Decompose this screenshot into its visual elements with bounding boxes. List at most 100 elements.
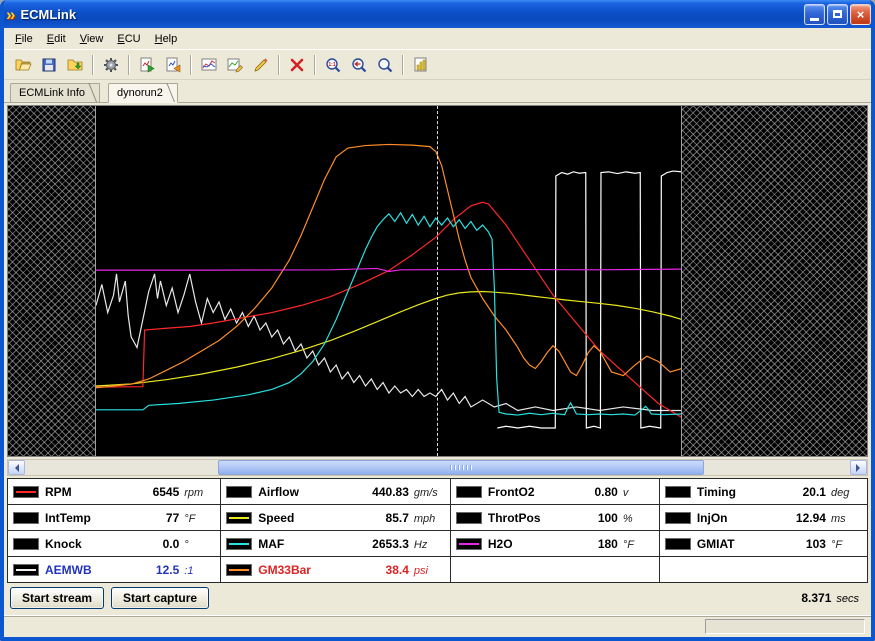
chart-plot-area[interactable] xyxy=(96,106,682,456)
title-bar[interactable]: » ECMLink × xyxy=(0,0,875,28)
trace-swatch xyxy=(13,486,39,498)
trace-swatch xyxy=(456,538,482,550)
menu-bar: File Edit View ECU Help xyxy=(4,28,871,50)
param-cell-timing[interactable]: Timing20.1deg xyxy=(660,479,868,505)
trace-speed xyxy=(96,291,682,386)
datalog-chart-button[interactable] xyxy=(409,53,433,77)
trace-fronto2 xyxy=(497,171,682,428)
toolbar-separator xyxy=(128,55,130,75)
param-cell-gmiat[interactable]: GMIAT103°F xyxy=(660,531,868,557)
capture-settings-button[interactable] xyxy=(99,53,123,77)
export-graph-button[interactable] xyxy=(135,53,159,77)
graph-config-button[interactable] xyxy=(197,53,221,77)
tab-ecmlink-info[interactable]: ECMLink Info xyxy=(10,83,100,102)
capture-time-unit: secs xyxy=(836,593,859,605)
param-label: H2O xyxy=(488,537,513,551)
param-label: MAF xyxy=(258,537,284,551)
param-cell-speed[interactable]: Speed85.7mph xyxy=(221,505,451,531)
gear-icon xyxy=(102,56,120,74)
trace-aemwb xyxy=(96,274,682,411)
chart-cursor-line[interactable] xyxy=(437,106,438,456)
param-unit: v xyxy=(623,487,653,499)
maximize-icon xyxy=(833,10,842,18)
open-button[interactable] xyxy=(11,53,35,77)
param-unit: mph xyxy=(414,513,444,525)
save-button[interactable] xyxy=(37,53,61,77)
menu-help[interactable]: Help xyxy=(148,30,185,48)
export-graph-icon xyxy=(138,56,156,74)
scrollbar-thumb[interactable] xyxy=(218,460,703,475)
param-cell-airflow[interactable]: Airflow440.83gm/s xyxy=(221,479,451,505)
menu-view[interactable]: View xyxy=(73,30,111,48)
trace-swatch xyxy=(226,538,252,550)
toolbar-separator xyxy=(190,55,192,75)
zoom-button[interactable] xyxy=(373,53,397,77)
param-unit: psi xyxy=(414,565,444,577)
maximize-button[interactable] xyxy=(827,4,848,25)
window-title: ECMLink xyxy=(20,7,802,22)
zoom-one-to-one-button[interactable]: 1:1 xyxy=(321,53,345,77)
reload-graph-button[interactable] xyxy=(161,53,185,77)
zoom-back-button[interactable] xyxy=(347,53,371,77)
param-label: GM33Bar xyxy=(258,563,311,577)
ecmlink-window: » ECMLink × File Edit View ECU Help xyxy=(0,0,875,641)
import-button[interactable] xyxy=(63,53,87,77)
start-stream-button[interactable]: Start stream xyxy=(10,587,104,609)
trace-swatch xyxy=(13,564,39,576)
close-button[interactable]: × xyxy=(850,4,871,25)
trace-swatch xyxy=(665,538,691,550)
menu-ecu[interactable]: ECU xyxy=(110,30,147,48)
trace-swatch xyxy=(13,538,39,550)
toolbar: 1:1 xyxy=(4,50,871,80)
minimize-button[interactable] xyxy=(804,4,825,25)
param-cell-rpm[interactable]: RPM6545rpm xyxy=(8,479,221,505)
datalog-chart[interactable] xyxy=(7,105,868,457)
param-cell-maf[interactable]: MAF2653.3Hz xyxy=(221,531,451,557)
param-cell-inttemp[interactable]: IntTemp77°F xyxy=(8,505,221,531)
edit-wand-button[interactable] xyxy=(249,53,273,77)
param-cell-fronto2[interactable]: FrontO20.80v xyxy=(451,479,660,505)
trace-swatch xyxy=(665,512,691,524)
param-unit: ° xyxy=(184,539,214,551)
graph-edit-icon xyxy=(226,56,244,74)
start-capture-button[interactable]: Start capture xyxy=(111,587,209,609)
param-cell-gm33bar[interactable]: GM33Bar 38.4 psi xyxy=(221,557,451,583)
toolbar-separator xyxy=(278,55,280,75)
trace-swatch xyxy=(226,512,252,524)
param-value: 12.5 xyxy=(156,563,179,577)
scroll-right-button[interactable] xyxy=(850,460,867,475)
trace-swatch xyxy=(456,512,482,524)
horizontal-scrollbar[interactable] xyxy=(7,459,868,476)
capture-time-value: 8.371 xyxy=(801,591,831,605)
delete-button[interactable] xyxy=(285,53,309,77)
action-row: Start stream Start capture 8.371 secs xyxy=(4,583,871,613)
param-value: 85.7 xyxy=(386,511,409,525)
param-value: 0.0 xyxy=(163,537,180,551)
open-folder-icon xyxy=(14,56,32,74)
reload-graph-icon xyxy=(164,56,182,74)
param-unit: :1 xyxy=(184,565,214,577)
param-value: 38.4 xyxy=(386,563,409,577)
trace-gm33bar xyxy=(96,144,682,387)
menu-file[interactable]: File xyxy=(8,30,40,48)
param-label: ThrotPos xyxy=(488,511,541,525)
tab-bar: ECMLink Info dynorun2 xyxy=(4,80,871,103)
param-unit: deg xyxy=(831,487,861,499)
param-label: FrontO2 xyxy=(488,485,535,499)
param-value: 103 xyxy=(806,537,826,551)
menu-edit[interactable]: Edit xyxy=(40,30,73,48)
param-cell-throtpos[interactable]: ThrotPos100% xyxy=(451,505,660,531)
param-cell-injon[interactable]: InjOn12.94ms xyxy=(660,505,868,531)
scroll-left-button[interactable] xyxy=(8,460,25,475)
tab-dynorun2[interactable]: dynorun2 xyxy=(108,83,178,103)
zoom-icon xyxy=(376,56,394,74)
param-unit: gm/s xyxy=(414,487,444,499)
param-cell-h2o[interactable]: H2O180°F xyxy=(451,531,660,557)
param-unit: Hz xyxy=(414,539,444,551)
param-cell-aemwb[interactable]: AEMWB12.5:1 xyxy=(8,557,221,583)
minimize-icon xyxy=(810,18,819,21)
param-cell-knock[interactable]: Knock0.0° xyxy=(8,531,221,557)
graph-edit-button[interactable] xyxy=(223,53,247,77)
param-cell-empty xyxy=(660,557,868,583)
close-icon: × xyxy=(857,8,865,21)
